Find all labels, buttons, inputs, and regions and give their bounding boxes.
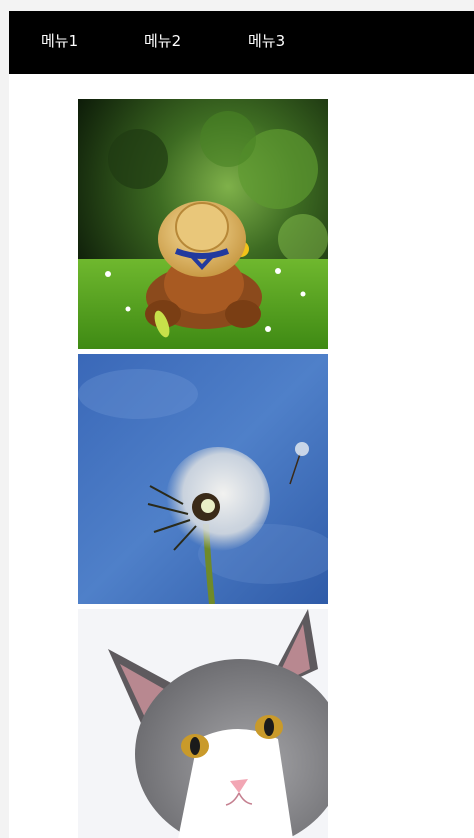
teddy-bear-photo: [78, 99, 328, 349]
nav-menu-3[interactable]: 메뉴3: [248, 31, 285, 51]
page: 메뉴1 메뉴2 메뉴3: [9, 11, 474, 838]
dandelion-photo: [78, 354, 328, 604]
nav-menu-2[interactable]: 메뉴2: [144, 31, 181, 51]
top-navbar: 메뉴1 메뉴2 메뉴3: [9, 11, 474, 74]
cat-photo: [78, 609, 328, 838]
nav-menu-1[interactable]: 메뉴1: [41, 31, 78, 51]
